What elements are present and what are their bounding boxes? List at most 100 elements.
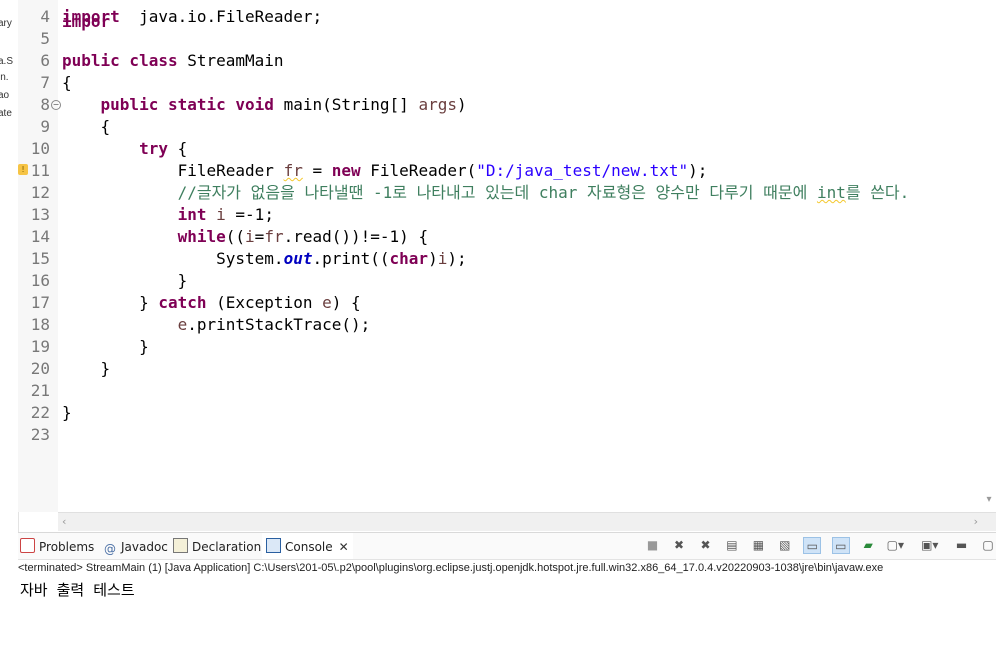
console-output[interactable]: 자바 출력 테스트 xyxy=(20,579,135,600)
code-line[interactable]: 14 while((i=fr.read())!=-1) { xyxy=(18,226,996,248)
pin-console-icon[interactable]: ▰ xyxy=(860,537,876,553)
console-toolbar: ■ ✖ ✖ ▤ ▦ ▧ ▭ ▭ ▰ ▢▾ ▣▾ ▬ ▢ xyxy=(639,537,996,555)
javadoc-icon: @ xyxy=(104,542,116,556)
tab-label: Problems xyxy=(39,540,95,554)
code-line[interactable]: 20 } xyxy=(18,358,996,380)
code-line[interactable]: 15 System.out.print((char)i); xyxy=(18,248,996,270)
line-number: 4 xyxy=(40,7,50,26)
line-number: 13 xyxy=(30,205,50,224)
code-text: { xyxy=(62,73,72,92)
code-text: } xyxy=(62,271,188,290)
line-number: 20 xyxy=(30,359,50,378)
line-number: 16 xyxy=(30,271,50,290)
code-text: e.printStackTrace(); xyxy=(177,315,371,334)
line-number: 5 xyxy=(40,29,50,48)
horizontal-scrollbar[interactable]: ‹ › xyxy=(58,512,996,531)
line-number: 21 xyxy=(30,381,50,400)
line-number: 19 xyxy=(30,337,50,356)
code-line[interactable]: 5 xyxy=(18,28,996,50)
code-line[interactable]: 9 { xyxy=(18,116,996,138)
code-text: FileReader fr = new FileReader("D:/java_… xyxy=(62,161,708,180)
code-text: System.out.print((char)i); xyxy=(62,249,467,268)
code-text: while((i=fr.read())!=-1) { xyxy=(177,227,429,246)
scroll-left-arrow[interactable]: ‹ xyxy=(62,515,66,528)
strip-label: ate xyxy=(0,108,12,119)
code-line[interactable]: 4 import java.io.FileReader; xyxy=(18,6,996,28)
code-text: public class StreamMain xyxy=(62,51,284,70)
code-line[interactable]: 21 xyxy=(18,380,996,402)
declaration-icon xyxy=(173,538,188,553)
code-text: //글자가 없음을 나타낼땐 -1로 나타내고 있는데 char 자료형은 양수… xyxy=(177,183,910,202)
code-line[interactable]: 23 xyxy=(18,424,996,446)
line-number: 17 xyxy=(30,293,50,312)
strip-label: in. xyxy=(0,72,9,83)
code-text: } catch (Exception e) { xyxy=(62,293,361,312)
code-editor[interactable]: impor 4 import java.io.FileReader; 5 6 publi… xyxy=(18,0,996,512)
open-console-icon[interactable]: ▣▾ xyxy=(921,537,938,553)
line-number: 7 xyxy=(40,73,50,92)
strip-label: ao xyxy=(0,90,10,101)
close-icon[interactable]: ✕ xyxy=(339,540,349,554)
line-number: 23 xyxy=(30,425,50,444)
tab-javadoc[interactable]: @ Javadoc xyxy=(104,533,168,559)
console-icon xyxy=(266,538,281,553)
line-number: 15 xyxy=(30,249,50,268)
code-line[interactable]: 8− public static void main(String[] args… xyxy=(18,94,996,116)
code-line[interactable]: 17 } catch (Exception e) { xyxy=(18,292,996,314)
line-number: 18 xyxy=(30,315,50,334)
code-text: try { xyxy=(139,139,188,158)
package-explorer-edge: ary a.S in. ao ate xyxy=(0,0,19,540)
code-line[interactable]: 10 try { xyxy=(18,138,996,160)
tab-console[interactable]: Console ✕ xyxy=(262,533,353,559)
show-on-stderr-icon[interactable]: ▭ xyxy=(831,537,850,554)
scroll-down-arrow[interactable]: ▾ xyxy=(982,494,996,510)
line-number: 14 xyxy=(30,227,50,246)
code-text: { xyxy=(62,117,111,136)
maximize-icon[interactable]: ▢ xyxy=(980,537,996,553)
code-line[interactable]: 7{ xyxy=(18,72,996,94)
code-line[interactable]: 16 } xyxy=(18,270,996,292)
terminated-status: <terminated> StreamMain (1) [Java Applic… xyxy=(18,562,884,574)
code-text: } xyxy=(62,337,149,356)
terminate-icon[interactable]: ■ xyxy=(645,537,661,553)
line-number: 10 xyxy=(30,139,50,158)
line-number: 6 xyxy=(40,51,50,70)
tab-problems[interactable]: Problems xyxy=(20,533,94,559)
scroll-right-arrow[interactable]: › xyxy=(974,515,978,528)
tab-label: Javadoc xyxy=(121,540,168,554)
code-text: } xyxy=(62,359,111,378)
line-number: 8 xyxy=(40,95,50,114)
strip-label: ary xyxy=(0,18,12,29)
code-line[interactable]: 12 //글자가 없음을 나타낼땐 -1로 나타내고 있는데 char 자료형은… xyxy=(18,182,996,204)
warning-icon[interactable]: ! xyxy=(18,164,28,175)
show-on-stdout-icon[interactable]: ▭ xyxy=(803,537,822,554)
code-text: public static void main(String[] args) xyxy=(100,95,467,114)
tab-label: Console xyxy=(285,540,333,554)
display-console-icon[interactable]: ▢▾ xyxy=(887,537,904,553)
line-number: 9 xyxy=(40,117,50,136)
minimize-icon[interactable]: ▬ xyxy=(954,537,970,553)
scroll-lock-icon[interactable]: ▦ xyxy=(750,537,766,553)
code-line[interactable]: 19 } xyxy=(18,336,996,358)
tab-label: Declaration xyxy=(192,540,262,554)
code-text: } xyxy=(62,403,72,422)
line-number: 22 xyxy=(30,403,50,422)
fold-toggle-icon[interactable]: − xyxy=(51,100,61,110)
problems-icon xyxy=(20,538,35,553)
code-line[interactable]: 13 int i =-1; xyxy=(18,204,996,226)
word-wrap-icon[interactable]: ▧ xyxy=(777,537,793,553)
code-text: import java.io.FileReader; xyxy=(62,7,323,26)
code-line[interactable]: 18 e.printStackTrace(); xyxy=(18,314,996,336)
tab-declaration[interactable]: Declaration xyxy=(173,533,261,559)
code-line[interactable]: 6 public class StreamMain xyxy=(18,50,996,72)
code-line[interactable]: 11! FileReader fr = new FileReader("D:/j… xyxy=(18,160,996,182)
line-number: 12 xyxy=(30,183,50,202)
bottom-panel: Problems @ Javadoc Declaration Console ✕ ■… xyxy=(18,532,996,658)
panel-tab-bar: Problems @ Javadoc Declaration Console ✕ ■… xyxy=(18,533,996,560)
remove-all-launches-icon[interactable]: ✖ xyxy=(697,537,713,553)
code-text: int i =-1; xyxy=(177,205,274,224)
remove-launch-icon[interactable]: ✖ xyxy=(671,537,687,553)
code-line[interactable]: 22} xyxy=(18,402,996,424)
strip-label: a.S xyxy=(0,56,14,67)
clear-console-icon[interactable]: ▤ xyxy=(724,537,740,553)
